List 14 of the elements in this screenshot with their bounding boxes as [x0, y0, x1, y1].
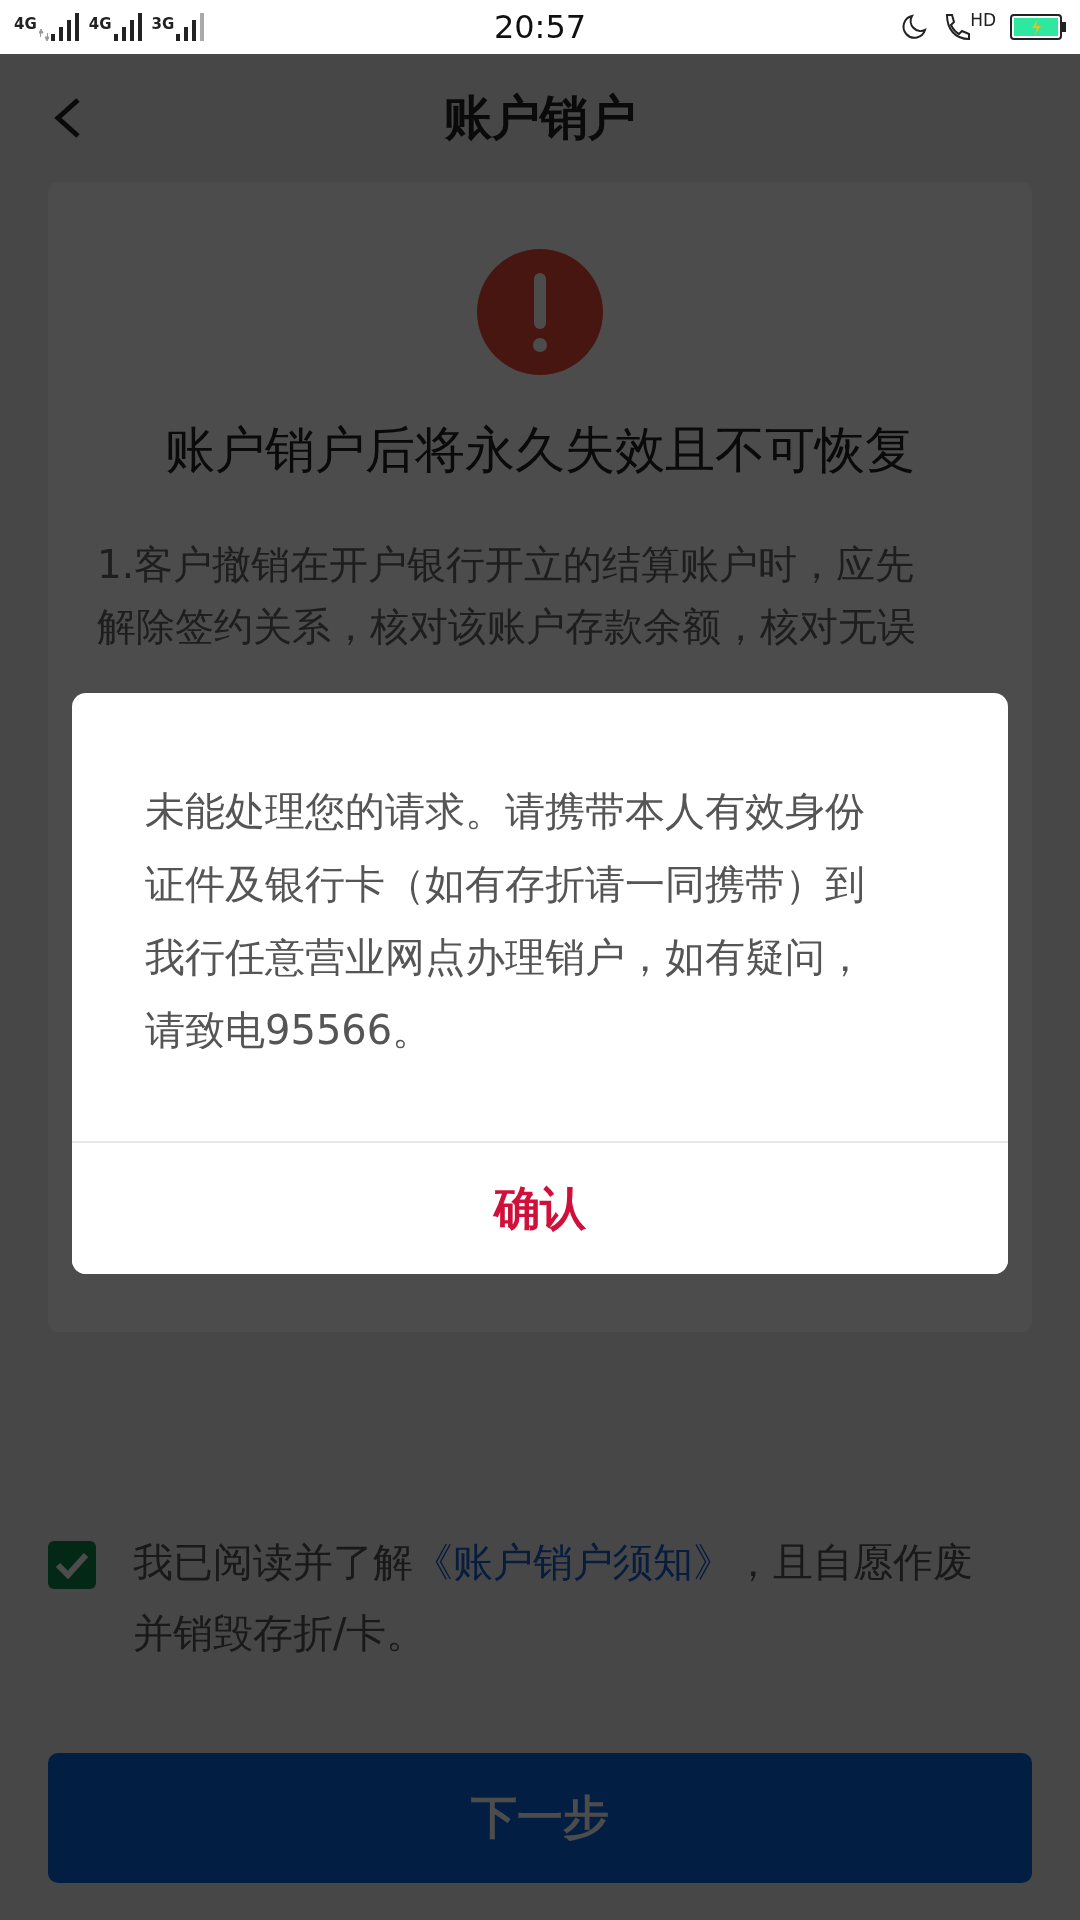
network-label: 4G: [14, 17, 37, 32]
data-arrows-icon: [38, 29, 49, 41]
warning-heading: 账户销户后将永久失效且不可恢复: [165, 420, 915, 481]
signal-icon: [113, 13, 144, 41]
clock-time: 20:57: [493, 8, 587, 46]
moon-icon: [900, 13, 929, 41]
dialog-message: 未能处理您的请求。请携带本人有效身份证件及银行卡（如有存折请一同携带）到我行任意营业网点办理销户，如有疑问，请致电95566。: [144, 787, 866, 1055]
page-title: 账户销户: [444, 88, 636, 147]
signal-icon: [50, 13, 81, 41]
confirm-button[interactable]: 确认: [72, 1141, 1008, 1274]
network-label: 3G: [151, 17, 175, 32]
hd-label: HD: [970, 10, 996, 30]
signal-icon: [176, 13, 207, 41]
network-label: 4G: [88, 17, 112, 32]
